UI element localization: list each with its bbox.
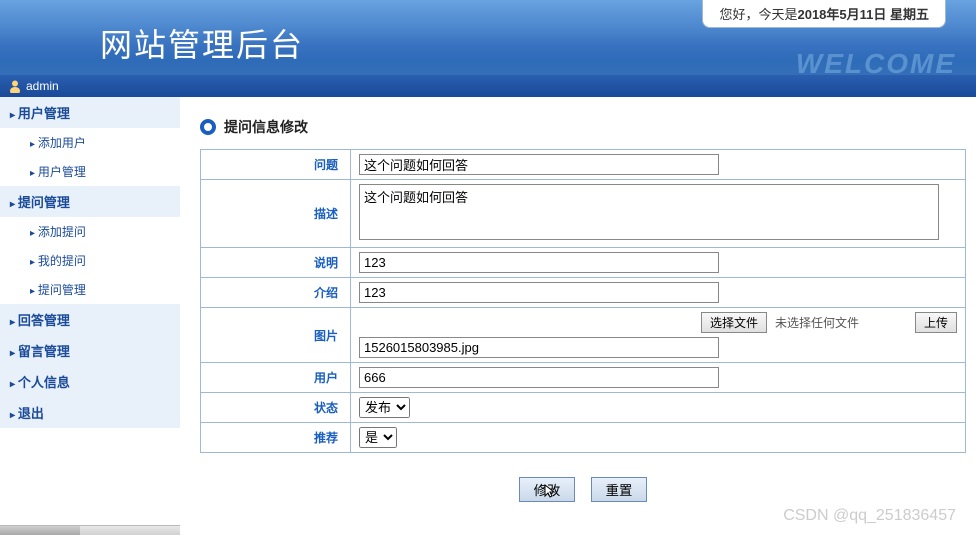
date-prefix: 您好，今天是: [719, 7, 797, 22]
main-content: 提问信息修改 问题 描述 这个问题如何回答 说明 介绍 图片: [180, 97, 976, 537]
page-title: 提问信息修改: [224, 117, 308, 137]
sidebar-item-manage-questions[interactable]: 提问管理: [30, 275, 180, 304]
sidebar-item-my-questions[interactable]: 我的提问: [30, 246, 180, 275]
label-intro: 介绍: [201, 278, 351, 308]
choose-file-button[interactable]: 选择文件: [701, 312, 767, 333]
watermark: CSDN @qq_251836457: [783, 507, 956, 525]
app-header: 您好，今天是2018年5月11日 星期五 网站管理后台 WELCOME: [0, 0, 976, 75]
horizontal-scrollbar[interactable]: [0, 525, 180, 535]
sidebar-group-logout[interactable]: 退出: [0, 397, 180, 428]
sidebar-group-answers[interactable]: 回答管理: [0, 304, 180, 335]
sidebar-group-profile[interactable]: 个人信息: [0, 366, 180, 397]
file-row: 选择文件 未选择任何文件 上传: [359, 312, 957, 333]
sidebar-item-manage-user[interactable]: 用户管理: [30, 157, 180, 186]
user-icon: [8, 79, 22, 93]
user-input[interactable]: [359, 367, 719, 388]
label-explain: 说明: [201, 248, 351, 278]
sidebar-group-users[interactable]: 用户管理: [0, 97, 180, 128]
date-value: 2018年5月11日 星期五: [797, 7, 929, 22]
sidebar-group-messages[interactable]: 留言管理: [0, 335, 180, 366]
site-title: 网站管理后台: [100, 20, 304, 66]
form-table: 问题 描述 这个问题如何回答 说明 介绍 图片: [200, 149, 966, 453]
welcome-decoration: WELCOME: [796, 48, 956, 75]
label-user: 用户: [201, 363, 351, 393]
intro-input[interactable]: [359, 282, 719, 303]
label-desc: 描述: [201, 180, 351, 248]
form-actions: 修改 重置: [200, 477, 966, 502]
circle-icon: [200, 119, 216, 135]
label-question: 问题: [201, 150, 351, 180]
status-select[interactable]: 发布: [359, 397, 410, 418]
label-image: 图片: [201, 308, 351, 363]
scroll-thumb[interactable]: [0, 526, 80, 535]
explain-input[interactable]: [359, 252, 719, 273]
label-recommend: 推荐: [201, 423, 351, 453]
reset-button[interactable]: 重置: [591, 477, 648, 502]
user-bar[interactable]: admin: [0, 75, 976, 97]
question-input[interactable]: [359, 154, 719, 175]
sidebar-item-add-user[interactable]: 添加用户: [30, 128, 180, 157]
date-bar: 您好，今天是2018年5月11日 星期五: [702, 0, 946, 28]
desc-textarea[interactable]: 这个问题如何回答: [359, 184, 939, 240]
main-layout: 用户管理 添加用户 用户管理 提问管理 添加提问 我的提问 提问管理 回答管理 …: [0, 97, 976, 537]
sidebar: 用户管理 添加用户 用户管理 提问管理 添加提问 我的提问 提问管理 回答管理 …: [0, 97, 180, 537]
sidebar-group-questions[interactable]: 提问管理: [0, 186, 180, 217]
recommend-select[interactable]: 是: [359, 427, 397, 448]
upload-button[interactable]: 上传: [915, 312, 957, 333]
file-placeholder-label: 未选择任何文件: [775, 314, 859, 331]
label-status: 状态: [201, 393, 351, 423]
username-label: admin: [26, 79, 59, 93]
page-header: 提问信息修改: [200, 117, 966, 137]
sidebar-item-add-question[interactable]: 添加提问: [30, 217, 180, 246]
submit-button[interactable]: 修改: [519, 477, 576, 502]
image-name-input[interactable]: [359, 337, 719, 358]
